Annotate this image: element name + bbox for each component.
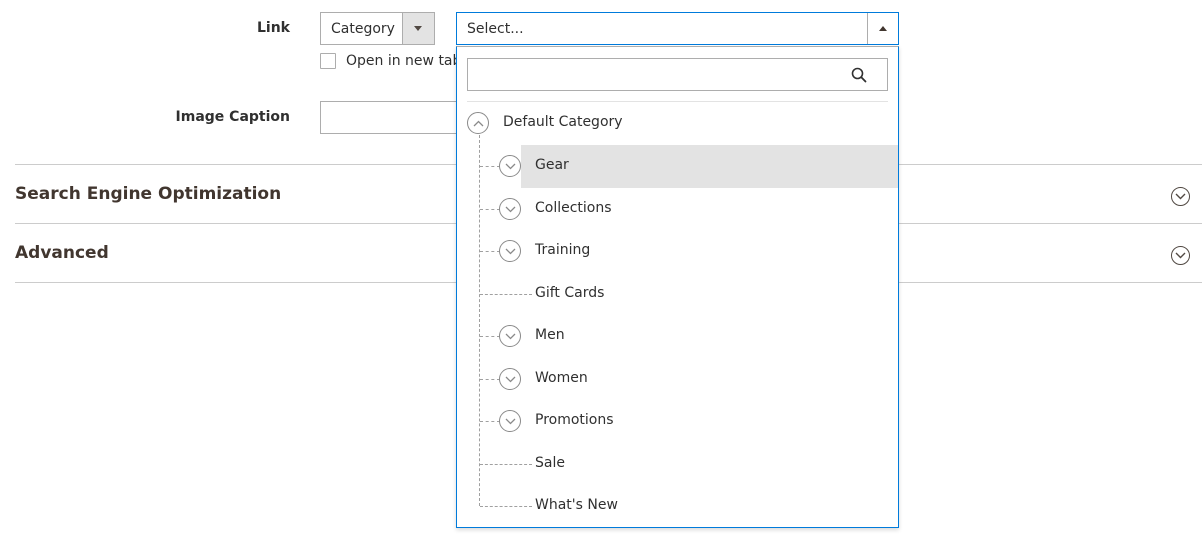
tree-item-label: Training xyxy=(535,242,591,258)
chevron-down-icon[interactable] xyxy=(499,368,521,390)
tree-item-gear[interactable]: Gear xyxy=(489,145,898,187)
image-caption-label: Image Caption xyxy=(175,109,290,125)
open-new-tab-label[interactable]: Open in new tab xyxy=(346,53,461,69)
link-type-arrow[interactable] xyxy=(402,13,434,44)
section-seo-toggle[interactable] xyxy=(1171,187,1190,206)
tree-item-label: Collections xyxy=(535,200,612,216)
link-type-select[interactable]: Category xyxy=(320,12,435,45)
chevron-down-icon xyxy=(1175,252,1186,259)
tree-item-sale[interactable]: Sale xyxy=(489,443,898,485)
chevron-down-icon[interactable] xyxy=(499,155,521,177)
tree-item-men[interactable]: Men xyxy=(489,315,898,357)
category-search[interactable] xyxy=(467,58,888,91)
image-caption-input[interactable] xyxy=(320,101,460,134)
category-select-arrow[interactable] xyxy=(867,13,898,44)
tree-item-label: Men xyxy=(535,327,565,343)
chevron-down-icon[interactable] xyxy=(499,198,521,220)
tree-item-label: Women xyxy=(535,370,588,386)
tree-item-label: Promotions xyxy=(535,412,614,428)
tree-item-label: Gift Cards xyxy=(535,285,605,301)
category-dropdown: Default Category Gear Collections Traini… xyxy=(456,46,899,528)
tree-item-whats-new[interactable]: What's New xyxy=(489,485,898,527)
tree-item-label: Gear xyxy=(535,157,569,173)
chevron-down-icon[interactable] xyxy=(499,410,521,432)
open-new-tab-checkbox[interactable] xyxy=(320,53,336,69)
tree-item-promotions[interactable]: Promotions xyxy=(489,400,898,442)
tree-item-collections[interactable]: Collections xyxy=(489,188,898,230)
search-icon[interactable] xyxy=(851,67,867,83)
chevron-down-icon xyxy=(414,26,422,31)
section-advanced-title[interactable]: Advanced xyxy=(15,243,109,263)
category-select[interactable]: Select... xyxy=(456,12,899,45)
link-type-value: Category xyxy=(331,21,395,37)
chevron-down-icon[interactable] xyxy=(499,240,521,262)
chevron-down-icon xyxy=(1175,193,1186,200)
section-advanced-toggle[interactable] xyxy=(1171,246,1190,265)
tree-item-label: Default Category xyxy=(503,114,623,130)
tree-item-training[interactable]: Training xyxy=(489,230,898,272)
link-label: Link xyxy=(257,20,290,36)
tree-item-women[interactable]: Women xyxy=(489,358,898,400)
tree-item-gift-cards[interactable]: Gift Cards xyxy=(489,273,898,315)
section-seo-title[interactable]: Search Engine Optimization xyxy=(15,184,281,204)
category-select-placeholder: Select... xyxy=(467,21,524,37)
tree-item-default-category[interactable]: Default Category xyxy=(457,102,898,144)
chevron-up-icon[interactable] xyxy=(467,112,489,134)
tree-line xyxy=(479,135,480,506)
chevron-down-icon[interactable] xyxy=(499,325,521,347)
category-search-input[interactable] xyxy=(468,59,848,90)
chevron-up-icon xyxy=(879,26,887,31)
tree-item-label: What's New xyxy=(535,497,618,513)
tree-item-label: Sale xyxy=(535,455,565,471)
